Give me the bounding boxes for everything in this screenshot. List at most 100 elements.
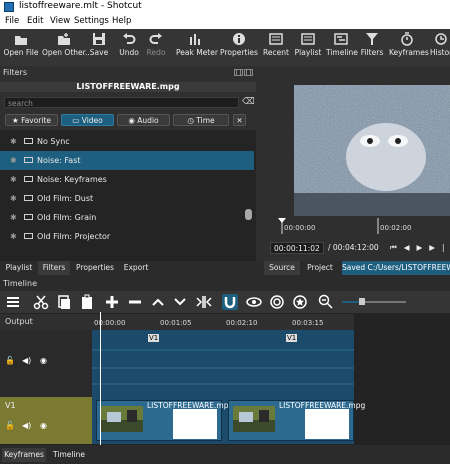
properties-button[interactable]: Properties — [220, 32, 258, 57]
tab-export[interactable]: Export — [120, 261, 152, 275]
snap-icon[interactable] — [222, 294, 238, 310]
open-file-icon — [15, 36, 27, 45]
filter-search-input[interactable]: search — [4, 97, 239, 108]
favorite-star-icon[interactable]: ✱ — [10, 194, 17, 203]
list-item[interactable]: ✱ Old Film: Projector — [0, 227, 254, 246]
ripple-all-icon[interactable] — [292, 294, 308, 310]
hide-icon[interactable]: ◉ — [40, 356, 47, 365]
favorite-star-icon[interactable]: ✱ — [10, 175, 17, 184]
audio-track[interactable]: V1 V1 — [92, 330, 354, 397]
video-filter-icon — [24, 176, 33, 182]
zoom-slider-track[interactable] — [360, 301, 406, 303]
list-item-selected[interactable]: ✱ Noise: Fast — [0, 151, 254, 170]
close-panel-icon[interactable] — [244, 69, 251, 76]
track-marker: V1 — [148, 334, 160, 342]
menu-icon[interactable] — [5, 294, 21, 310]
tab-time[interactable]: ◷ Time — [173, 114, 229, 126]
zoom-out-icon[interactable] — [318, 294, 334, 310]
filters-button[interactable]: Filters — [360, 32, 384, 57]
overwrite-icon[interactable] — [172, 294, 188, 310]
menu-view[interactable]: View — [50, 16, 70, 26]
timeline-clip[interactable]: LISTOFFREEWARE.mpg — [96, 400, 233, 441]
split-icon[interactable] — [196, 294, 212, 310]
tab-properties[interactable]: Properties — [72, 261, 118, 275]
float-panel-icon[interactable] — [234, 69, 241, 76]
menu-bar: File Edit View Settings Help — [0, 14, 450, 29]
clip-end-frame — [173, 409, 217, 439]
timeline-playhead[interactable] — [100, 312, 101, 445]
lift-icon[interactable] — [150, 294, 166, 310]
save-button[interactable]: Save — [88, 32, 110, 57]
tab-keyframes[interactable]: Keyframes — [2, 448, 46, 462]
list-item[interactable]: ✱ Noise: Keyframes — [0, 170, 254, 189]
open-other-button[interactable]: Open Other... — [42, 32, 92, 57]
video-track-header: V1 🔓 ◀) ◉ — [0, 397, 92, 444]
lock-icon[interactable]: 🔓 — [5, 421, 15, 430]
peak-meter-button[interactable]: Peak Meter — [176, 32, 218, 57]
ruler-tick: 00:00:00 — [284, 224, 316, 232]
tab-audio[interactable]: ◉ Audio — [117, 114, 170, 126]
filter-list-scrollbar[interactable] — [245, 209, 252, 220]
ruler-tick: 00:03:15 — [292, 319, 324, 327]
redo-button[interactable]: Redo — [145, 32, 167, 57]
menu-edit[interactable]: Edit — [27, 16, 43, 26]
ripple-icon[interactable] — [269, 294, 285, 310]
video-preview[interactable] — [294, 85, 450, 216]
remove-icon[interactable] — [127, 294, 143, 310]
tab-project[interactable]: Project — [302, 261, 338, 275]
copy-icon[interactable] — [56, 294, 72, 310]
filters-panel-title: Filters — [3, 68, 27, 77]
tab-favorite[interactable]: ★ Favorite — [5, 114, 58, 126]
video-frame-image — [294, 85, 450, 216]
tab-timeline[interactable]: Timeline — [50, 448, 88, 462]
scrub-icon[interactable] — [246, 294, 262, 310]
current-time-field[interactable]: 00:00:11:02 — [270, 242, 324, 254]
favorite-star-icon[interactable]: ✱ — [10, 156, 17, 165]
playlist-button[interactable]: Playlist — [294, 32, 322, 57]
list-item[interactable]: ✱ No Sync — [0, 132, 254, 151]
cut-icon[interactable] — [33, 294, 49, 310]
tab-filters[interactable]: Filters — [38, 261, 70, 275]
timeline-ruler[interactable]: 00:00:00 00:01:05 00:02:10 00:03:15 — [92, 314, 354, 330]
list-item[interactable]: ✱ Old Film: Grain — [0, 208, 254, 227]
clear-search-icon[interactable]: ⌫ — [242, 97, 255, 108]
menu-help[interactable]: Help — [112, 16, 131, 26]
mute-icon[interactable]: ◀) — [22, 356, 31, 365]
timeline-clip[interactable]: LISTOFFREEWARE.mpg — [228, 400, 365, 441]
hide-icon[interactable]: ◉ — [40, 421, 47, 430]
transport-controls[interactable]: ⏮◀▶▶| — [390, 242, 450, 254]
tab-source[interactable]: Source — [264, 261, 300, 275]
keyframes-button[interactable]: Keyframes — [389, 32, 429, 57]
filter-list: ✱ No Sync ✱ Noise: Fast ✱ Noise: Keyfram… — [0, 130, 256, 261]
favorite-star-icon[interactable]: ✱ — [10, 232, 17, 241]
tab-playlist[interactable]: Playlist — [2, 261, 36, 275]
favorite-star-icon[interactable]: ✱ — [10, 137, 17, 146]
ruler-tick: 00:02:10 — [226, 319, 258, 327]
history-icon — [435, 33, 447, 45]
playlist-icon — [301, 33, 315, 45]
window-title: listoffreeware.mlt - Shotcut — [19, 1, 142, 11]
paste-icon[interactable] — [79, 294, 95, 310]
filters-panel: Filters LISTOFFREEWARE.mpg search ⌫ ★ Fa… — [0, 66, 256, 261]
undo-button[interactable]: Undo — [117, 32, 141, 57]
mute-icon[interactable]: ◀) — [22, 421, 31, 430]
favorite-star-icon[interactable]: ✱ — [10, 213, 17, 222]
player-ruler[interactable]: 00:00:00 00:02:00 — [268, 218, 450, 234]
video-filter-icon — [24, 157, 33, 163]
lock-icon[interactable]: 🔓 — [5, 356, 15, 365]
audio-track-header: 🔓 ◀) ◉ — [0, 330, 92, 397]
peak-meter-icon — [190, 34, 200, 45]
list-item[interactable]: ✱ Old Film: Dust — [0, 189, 254, 208]
open-file-button[interactable]: Open File — [2, 32, 40, 57]
right-tab-bar: Source Project Saved C:/Users/LISTOFFREE… — [262, 261, 450, 275]
append-icon[interactable] — [104, 294, 120, 310]
timeline-button[interactable]: Timeline — [326, 32, 358, 57]
history-button[interactable]: Histor — [430, 32, 450, 57]
close-filter-tabs-button[interactable]: ✕ — [233, 114, 246, 126]
zoom-slider-handle[interactable] — [359, 298, 365, 305]
menu-file[interactable]: File — [5, 16, 19, 26]
recent-button[interactable]: Recent — [262, 32, 290, 57]
saved-status: Saved C:/Users/LISTOFFREEWA — [342, 261, 450, 275]
menu-settings[interactable]: Settings — [74, 16, 109, 26]
tab-video[interactable]: ▭ Video — [61, 114, 114, 126]
